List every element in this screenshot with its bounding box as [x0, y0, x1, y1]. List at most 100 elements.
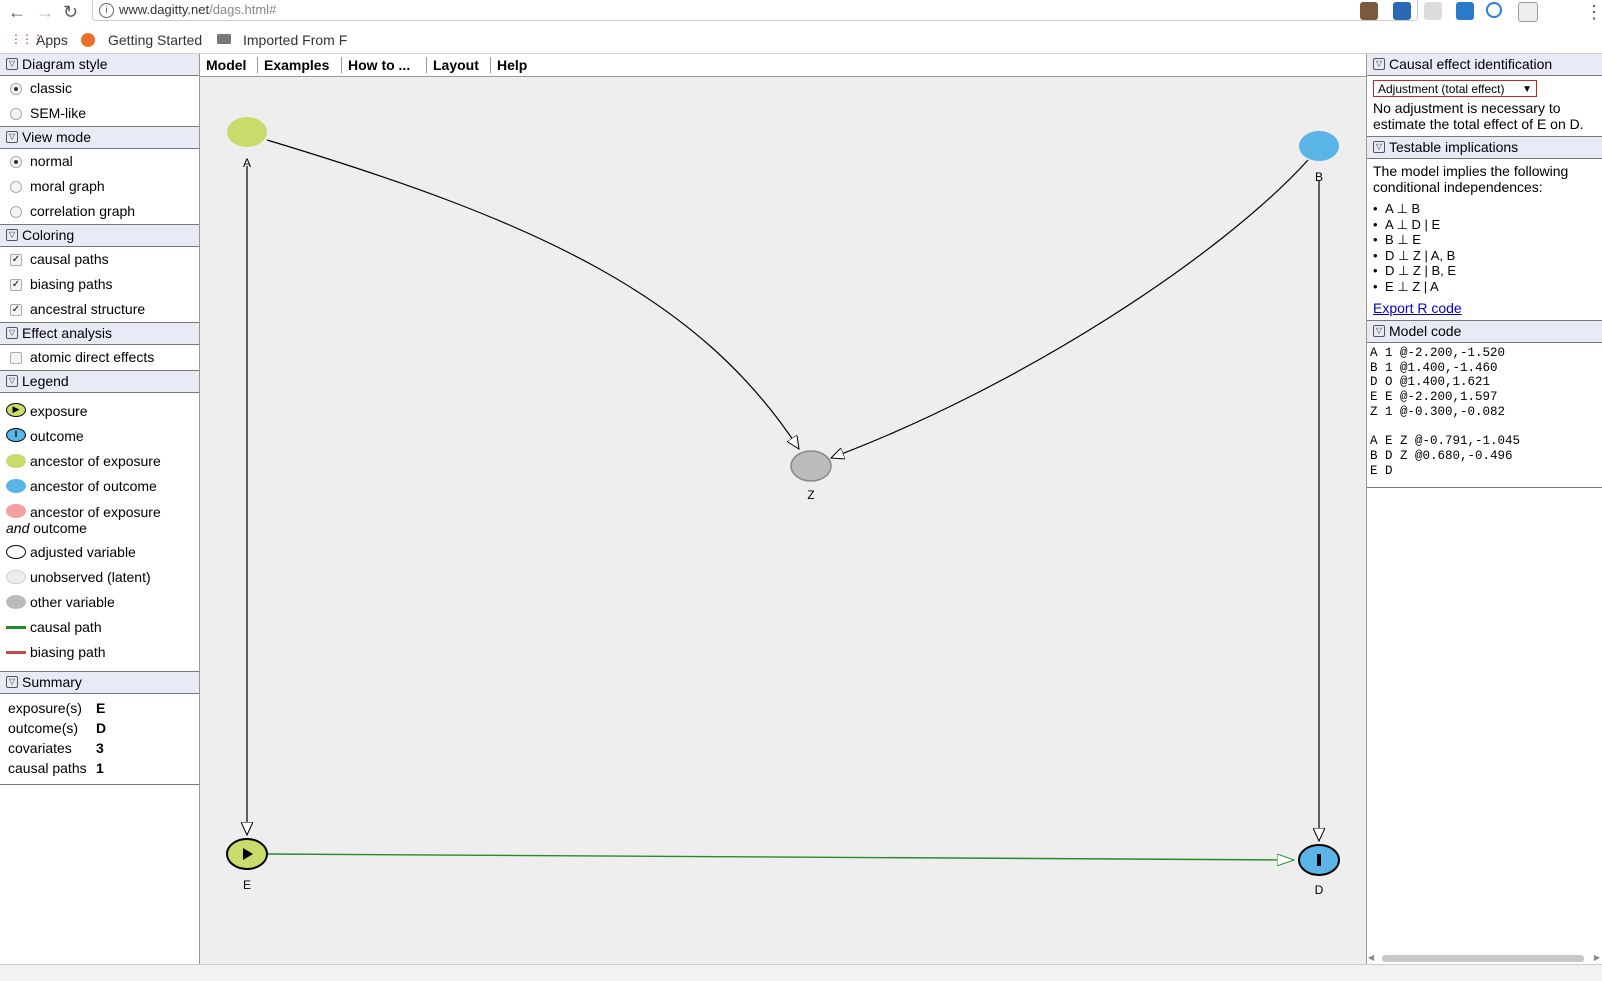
radio-icon[interactable] — [10, 108, 22, 120]
exposure-icon: ▶ — [6, 403, 26, 417]
reload-icon[interactable]: ↻ — [63, 2, 78, 23]
extension-icon[interactable] — [1486, 2, 1502, 18]
menu-icon[interactable]: ⋮ — [1585, 2, 1602, 23]
option-causal-paths[interactable]: ✓ causal paths — [0, 247, 199, 272]
model-code-text[interactable]: A 1 @-2.200,-1.520 B 1 @1.400,-1.460 D O… — [1367, 343, 1602, 488]
option-biasing-paths[interactable]: ✓ biasing paths — [0, 272, 199, 297]
extension-icon[interactable] — [1360, 2, 1378, 20]
section-view-mode[interactable]: ▽ View mode — [0, 126, 199, 149]
radio-icon[interactable] — [10, 206, 22, 218]
list-item: D ⊥ Z | A, B — [1385, 248, 1597, 264]
option-normal[interactable]: normal — [0, 149, 199, 174]
biasing-path-swatch — [6, 651, 26, 654]
checkbox-icon[interactable]: ✓ — [10, 254, 22, 266]
scroll-right-icon[interactable]: ▶ — [1594, 953, 1600, 962]
collapse-icon[interactable]: ▽ — [6, 58, 18, 70]
dag-graph[interactable]: A B Z E D — [200, 77, 1366, 964]
radio-icon[interactable] — [10, 181, 22, 193]
extension-icon[interactable] — [1456, 2, 1474, 20]
list-item: A ⊥ D | E — [1385, 217, 1597, 233]
collapse-icon[interactable]: ▽ — [6, 676, 18, 688]
collapse-icon[interactable]: ▽ — [6, 229, 18, 241]
scrollbar-thumb[interactable] — [1382, 955, 1584, 962]
list-item: D ⊥ Z | B, E — [1385, 263, 1597, 279]
node-z[interactable] — [790, 450, 832, 482]
option-classic[interactable]: classic — [0, 76, 199, 101]
diagram-canvas[interactable]: A B Z E D — [200, 77, 1366, 964]
menu-separator — [341, 57, 342, 73]
legend-biasing-path: biasing path — [0, 640, 199, 665]
section-model-code[interactable]: ▽ Model code — [1367, 320, 1602, 343]
collapse-icon[interactable]: ▽ — [6, 375, 18, 387]
list-item: B ⊥ E — [1385, 232, 1597, 248]
radio-icon[interactable] — [10, 83, 22, 95]
section-diagram-style[interactable]: ▽ Diagram style — [0, 54, 199, 76]
left-panel: ▽ Diagram style classic SEM-like ▽ View mo… — [0, 54, 200, 964]
collapse-icon[interactable]: ▽ — [1373, 141, 1385, 153]
back-icon[interactable]: ← — [8, 2, 26, 23]
section-coloring[interactable]: ▽ Coloring — [0, 224, 199, 247]
causal-effect-body: Adjustment (total effect) ▼ No adjustment… — [1367, 80, 1602, 136]
collapse-icon[interactable]: ▽ — [1373, 58, 1385, 70]
collapse-icon[interactable]: ▽ — [6, 131, 18, 143]
legend-exposure: ▶ exposure — [0, 399, 199, 424]
edge-e-d[interactable] — [266, 853, 1294, 860]
checkbox-icon[interactable]: ✓ — [10, 304, 22, 316]
scroll-left-icon[interactable]: ◀ — [1368, 953, 1374, 962]
bookmark-getting-started[interactable]: Getting Started — [108, 32, 202, 48]
option-atomic-direct-effects[interactable]: atomic direct effects — [0, 345, 199, 370]
menu-layout[interactable]: Layout — [433, 57, 479, 73]
section-effect-analysis[interactable]: ▽ Effect analysis — [0, 322, 199, 345]
option-moral-graph[interactable]: moral graph — [0, 174, 199, 199]
browser-toolbar: ← → ↻ i www.dagitty.net/dags.html# ☆ ⋮ — [0, 0, 1602, 26]
adjustment-select[interactable]: Adjustment (total effect) ▼ — [1373, 80, 1537, 97]
checkbox-icon[interactable]: ✓ — [10, 279, 22, 291]
causal-path-swatch — [6, 626, 26, 629]
testable-body: The model implies the following conditio… — [1367, 159, 1602, 320]
bookmarks-bar: ⋮⋮⋮ Apps Getting Started Imported From F — [0, 26, 1602, 54]
bookmark-imported[interactable]: Imported From F — [243, 32, 347, 48]
option-sem-like[interactable]: SEM-like — [0, 101, 199, 126]
extension-icon[interactable] — [1424, 2, 1442, 20]
info-icon[interactable]: i — [99, 3, 114, 18]
right-panel: ▽ Causal effect identification Adjustment… — [1366, 54, 1602, 964]
extension-icon[interactable] — [1518, 2, 1538, 22]
list-item: A ⊥ B — [1385, 201, 1597, 217]
section-summary[interactable]: ▽ Summary — [0, 671, 199, 694]
node-b[interactable] — [1299, 131, 1339, 161]
checkbox-icon[interactable] — [10, 352, 22, 364]
legend-ancestor-outcome: ancestor of outcome — [0, 474, 199, 499]
dropdown-arrow-icon: ▼ — [1522, 84, 1532, 95]
menu-how-to[interactable]: How to ... — [348, 57, 410, 73]
forward-icon[interactable]: → — [36, 2, 54, 23]
section-causal-effect[interactable]: ▽ Causal effect identification — [1367, 54, 1602, 76]
bookmark-apps[interactable]: Apps — [36, 32, 68, 48]
option-correlation-graph[interactable]: correlation graph — [0, 199, 199, 224]
menu-separator — [257, 57, 258, 73]
ancestor-outcome-swatch — [6, 479, 26, 493]
testable-intro: The model implies the following conditio… — [1373, 163, 1569, 195]
summary-row: covariates 3 — [8, 740, 104, 756]
edge-a-z[interactable] — [266, 139, 799, 449]
summary-row: outcome(s) D — [8, 720, 107, 736]
menu-model[interactable]: Model — [206, 57, 246, 73]
collapse-icon[interactable]: ▽ — [6, 327, 18, 339]
edge-b-z[interactable] — [831, 159, 1309, 458]
outcome-icon: I — [6, 428, 26, 442]
radio-icon[interactable] — [10, 156, 22, 168]
export-r-code-link[interactable]: Export R code — [1373, 300, 1462, 316]
menu-help[interactable]: Help — [497, 57, 527, 73]
address-bar[interactable]: i www.dagitty.net/dags.html# ☆ — [92, 0, 1418, 21]
horizontal-scrollbar[interactable]: ◀ ▶ — [1368, 953, 1600, 963]
section-testable[interactable]: ▽ Testable implications — [1367, 136, 1602, 159]
node-a[interactable] — [227, 117, 267, 147]
node-a-label: A — [243, 156, 251, 170]
menu-separator — [490, 57, 491, 73]
menu-examples[interactable]: Examples — [264, 57, 329, 73]
section-legend[interactable]: ▽ Legend — [0, 370, 199, 393]
extension-icon[interactable] — [1393, 2, 1411, 20]
adjusted-swatch — [6, 545, 26, 559]
legend-other: other variable — [0, 590, 199, 615]
collapse-icon[interactable]: ▽ — [1373, 325, 1385, 337]
option-ancestral-structure[interactable]: ✓ ancestral structure — [0, 297, 199, 322]
